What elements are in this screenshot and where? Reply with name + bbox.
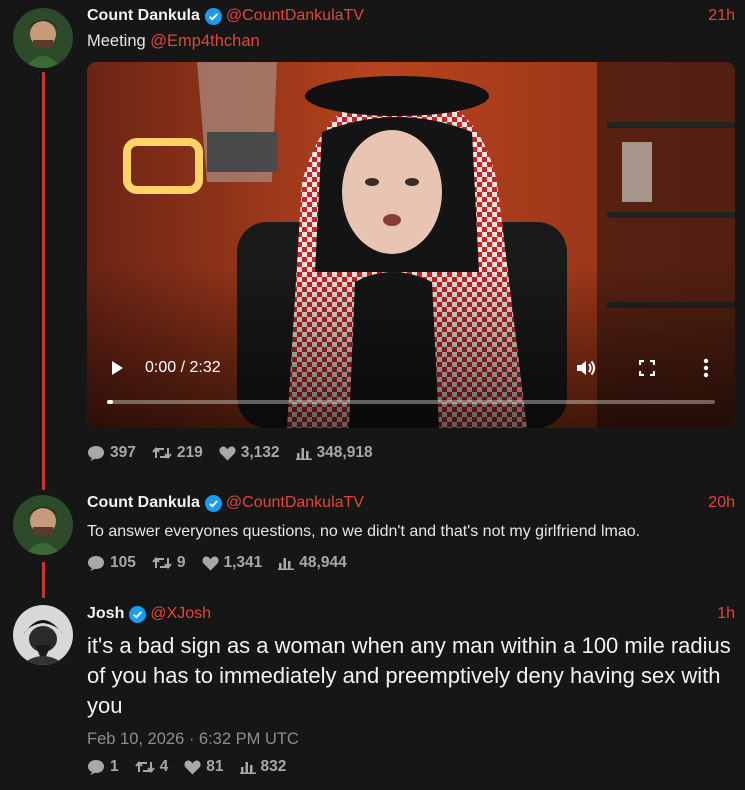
heart-icon bbox=[201, 556, 219, 570]
like-stat[interactable]: 3,132 bbox=[219, 444, 280, 462]
avatar[interactable] bbox=[13, 605, 73, 665]
tweet-text: To answer everyones questions, no we did… bbox=[87, 523, 641, 540]
video-player[interactable]: 0:00 / 2:32 bbox=[87, 62, 735, 428]
reply-count: 1 bbox=[110, 758, 119, 775]
video-controls: 0:00 / 2:32 bbox=[87, 338, 735, 428]
author-handle[interactable]: @CountDankulaTV bbox=[226, 494, 364, 512]
verified-icon bbox=[204, 7, 222, 25]
like-count: 81 bbox=[206, 758, 224, 775]
retweet-count: 4 bbox=[159, 758, 169, 775]
reply-icon bbox=[88, 445, 104, 461]
avatar[interactable] bbox=[13, 8, 73, 68]
views-stat[interactable]: 348,918 bbox=[295, 444, 373, 462]
tweet: Josh @XJosh 1h it's a bad sign as a woma… bbox=[87, 603, 735, 749]
retweet-stat[interactable]: 219 bbox=[152, 444, 203, 462]
avatar[interactable] bbox=[13, 495, 73, 555]
tweet-date[interactable]: Feb 10, 2026 · 6:32 PM UTC bbox=[87, 730, 735, 749]
author-name[interactable]: Count Dankula bbox=[87, 494, 200, 512]
reply-icon bbox=[88, 759, 104, 775]
retweet-count: 9 bbox=[176, 554, 186, 571]
reply-stat[interactable]: 105 bbox=[87, 554, 136, 572]
reply-stat[interactable]: 1 bbox=[87, 758, 119, 776]
views-stat[interactable]: 48,944 bbox=[278, 554, 347, 572]
tweet-stats: 105 9 1,341 48,944 bbox=[87, 554, 735, 572]
reply-count: 105 bbox=[110, 554, 136, 571]
views-count: 48,944 bbox=[299, 554, 347, 571]
volume-icon[interactable] bbox=[575, 358, 597, 378]
author-handle[interactable]: @XJosh bbox=[150, 605, 211, 623]
fullscreen-icon[interactable] bbox=[639, 360, 655, 376]
verified-icon bbox=[204, 494, 222, 512]
views-count: 348,918 bbox=[316, 444, 373, 461]
author-name[interactable]: Count Dankula bbox=[87, 7, 200, 25]
heart-icon bbox=[219, 446, 236, 460]
tweet: Count Dankula @CountDankulaTV 20h To ans… bbox=[87, 492, 735, 543]
reply-count: 397 bbox=[110, 444, 136, 461]
retweet-stat[interactable]: 9 bbox=[152, 554, 186, 572]
views-icon bbox=[239, 762, 256, 774]
author-handle[interactable]: @CountDankulaTV bbox=[226, 7, 364, 25]
like-count: 3,132 bbox=[240, 444, 280, 461]
like-stat[interactable]: 1,341 bbox=[201, 554, 263, 572]
video-time: 0:00 / 2:32 bbox=[145, 359, 221, 376]
views-icon bbox=[278, 558, 295, 570]
video-progress-bar[interactable] bbox=[107, 400, 715, 404]
views-stat[interactable]: 832 bbox=[239, 758, 287, 776]
views-icon bbox=[295, 448, 312, 460]
thread-line bbox=[42, 562, 45, 598]
retweet-icon bbox=[152, 446, 172, 460]
retweet-count: 219 bbox=[176, 444, 203, 461]
reply-icon bbox=[88, 555, 104, 571]
retweet-icon bbox=[152, 556, 172, 570]
views-count: 832 bbox=[260, 758, 287, 775]
play-icon[interactable] bbox=[109, 360, 125, 376]
verified-icon bbox=[129, 605, 147, 623]
timestamp[interactable]: 20h bbox=[708, 494, 735, 512]
tweet-stats: 397 219 3,132 348,918 bbox=[87, 444, 735, 462]
tweet-text: it's a bad sign as a woman when any man … bbox=[87, 633, 731, 718]
retweet-stat[interactable]: 4 bbox=[134, 758, 169, 776]
tweet: Count Dankula @CountDankulaTV 21h Meetin… bbox=[87, 5, 735, 52]
timestamp[interactable]: 21h bbox=[708, 7, 735, 25]
more-options-icon[interactable] bbox=[703, 358, 709, 378]
mention-link[interactable]: @Emp4thchan bbox=[150, 32, 259, 50]
tweet-text-prefix: Meeting bbox=[87, 32, 151, 50]
reply-stat[interactable]: 397 bbox=[87, 444, 136, 462]
author-name[interactable]: Josh bbox=[87, 605, 124, 623]
retweet-icon bbox=[134, 760, 155, 774]
thread-line bbox=[42, 72, 45, 490]
video-progress-fill bbox=[107, 400, 114, 404]
like-count: 1,341 bbox=[223, 554, 263, 571]
timestamp[interactable]: 1h bbox=[717, 605, 735, 623]
heart-icon bbox=[184, 760, 201, 774]
tweet-text: Meeting @Emp4thchan bbox=[87, 30, 735, 52]
tweet-stats: 1 4 81 832 bbox=[87, 758, 735, 776]
like-stat[interactable]: 81 bbox=[184, 758, 224, 776]
